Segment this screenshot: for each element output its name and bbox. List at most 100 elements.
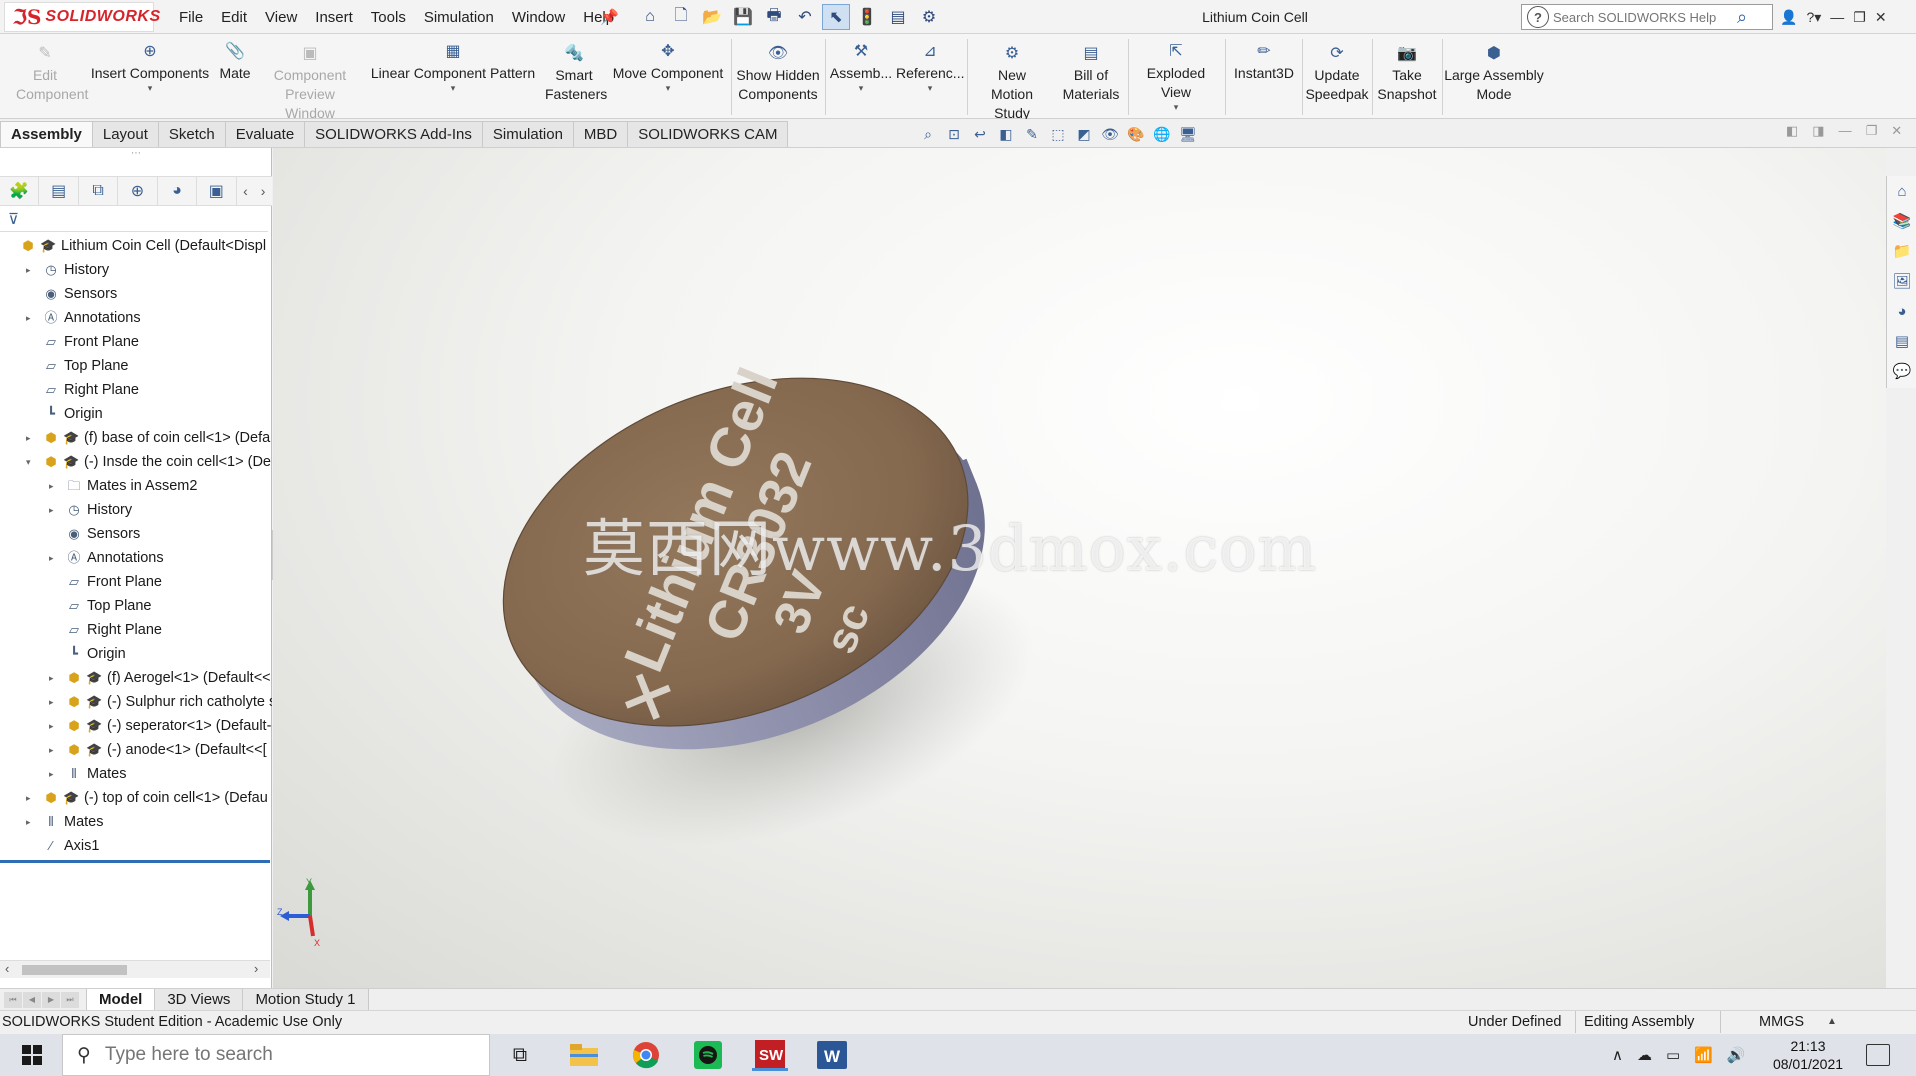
propertymanager-tab-icon[interactable]: ▤ bbox=[39, 177, 79, 205]
zoom-to-fit-icon[interactable]: ⌕ bbox=[918, 124, 938, 144]
large-assembly-mode-button[interactable]: ⬢ Large Assembly Mode bbox=[1444, 44, 1544, 104]
display-style-icon[interactable]: ◩ bbox=[1074, 124, 1094, 144]
reference-dropdown-icon[interactable]: ▾ bbox=[896, 83, 964, 93]
chrome-app-icon[interactable] bbox=[628, 1039, 664, 1071]
expand-arrow-icon[interactable]: ▸ bbox=[49, 498, 59, 522]
tree-node[interactable]: ⁄ Axis1 bbox=[0, 834, 272, 858]
tree-node[interactable]: ◉ Sensors bbox=[0, 282, 272, 306]
menu-view[interactable]: View bbox=[256, 9, 306, 26]
menu-simulation[interactable]: Simulation bbox=[415, 9, 503, 26]
show-hidden-components-button[interactable]: 👁 Show Hidden Components bbox=[734, 44, 822, 104]
tab-solidworks-add-ins[interactable]: SOLIDWORKS Add-Ins bbox=[304, 121, 483, 147]
tree-node[interactable]: ▸ ⬢ 🎓 (-) top of coin cell<1> (Defau bbox=[0, 786, 272, 810]
open-icon[interactable]: 📂 bbox=[698, 4, 726, 30]
previous-view-icon[interactable]: ↩ bbox=[970, 124, 990, 144]
forum-icon[interactable]: 💬 bbox=[1887, 356, 1916, 386]
menu-file[interactable]: File bbox=[170, 9, 212, 26]
help-search-input[interactable] bbox=[1553, 9, 1733, 25]
minimize-icon[interactable]: — bbox=[1830, 9, 1844, 25]
close-icon[interactable]: ✕ bbox=[1875, 9, 1887, 26]
cam-tab-icon[interactable]: ▣ bbox=[197, 177, 237, 205]
select-icon[interactable]: ⬉ bbox=[822, 4, 850, 30]
help-search-box[interactable]: ? ⌕ bbox=[1521, 4, 1773, 30]
doc-restore-icon[interactable]: ❐ bbox=[1866, 123, 1878, 139]
insert-components-button[interactable]: ⊕ Insert Components ▾ bbox=[88, 43, 212, 93]
configurationmanager-tab-icon[interactable]: ⧉ bbox=[79, 177, 119, 205]
view-settings-icon[interactable]: 🖥 bbox=[1178, 124, 1198, 144]
zoom-to-area-icon[interactable]: ⊡ bbox=[944, 124, 964, 144]
exploded-view-button[interactable]: ⇱ Exploded View ▾ bbox=[1130, 43, 1222, 112]
move-component-button[interactable]: ✥ Move Component ▾ bbox=[608, 43, 728, 93]
expand-arrow-icon[interactable]: ▸ bbox=[26, 306, 36, 330]
move-component-dropdown-icon[interactable]: ▾ bbox=[608, 83, 728, 93]
solidworks-logo[interactable]: ℑS SOLIDWORKS bbox=[4, 2, 160, 32]
tab-sketch[interactable]: Sketch bbox=[157, 121, 226, 147]
hide-show-items-icon[interactable]: 👁 bbox=[1100, 124, 1120, 144]
panel-collapse-handle[interactable]: ⋯ bbox=[0, 148, 272, 164]
tree-node[interactable]: ▸ ⫴ Mates bbox=[0, 810, 272, 834]
expand-arrow-icon[interactable]: ▸ bbox=[26, 258, 36, 282]
tree-node[interactable]: ┗ Origin bbox=[0, 402, 272, 426]
linear-pattern-dropdown-icon[interactable]: ▾ bbox=[366, 83, 540, 93]
featuremanager-tree-tab-icon[interactable]: 🧩 bbox=[0, 177, 40, 205]
task-view-icon[interactable]: ⧉ bbox=[502, 1039, 538, 1071]
onedrive-icon[interactable]: ☁ bbox=[1637, 1046, 1652, 1064]
tree-node[interactable]: ▱ Top Plane bbox=[0, 594, 272, 618]
expand-arrow-icon[interactable]: ▸ bbox=[49, 762, 59, 786]
tab-assembly[interactable]: Assembly bbox=[0, 121, 93, 147]
expand-arrow-icon[interactable]: ▸ bbox=[49, 714, 59, 738]
print-icon[interactable]: 🖶 bbox=[760, 4, 788, 30]
component-preview-button[interactable]: ▣ Component Preview Window bbox=[260, 44, 360, 123]
menu-window[interactable]: Window bbox=[503, 9, 574, 26]
restore-icon[interactable]: ❐ bbox=[1853, 9, 1866, 26]
view-orientation-icon[interactable]: ⬚ bbox=[1048, 124, 1068, 144]
taskbar-search-box[interactable]: ⚲ bbox=[62, 1034, 490, 1076]
tree-node[interactable]: ▸ ⬢ 🎓 (-) anode<1> (Default<<[ bbox=[0, 738, 272, 762]
rollback-bar[interactable] bbox=[0, 860, 270, 863]
dimxpert-tab-icon[interactable]: ⊕ bbox=[118, 177, 158, 205]
tree-horizontal-scrollbar[interactable]: ‹ › bbox=[0, 960, 270, 978]
tree-node[interactable]: ▱ Top Plane bbox=[0, 354, 272, 378]
section-view-icon[interactable]: ◧ bbox=[996, 124, 1016, 144]
tree-node[interactable]: ▸ ⬢ 🎓 (f) Aerogel<1> (Default<< bbox=[0, 666, 272, 690]
notifications-icon[interactable] bbox=[1866, 1044, 1890, 1066]
help-menu-icon[interactable]: ?▾ bbox=[1806, 9, 1821, 26]
expand-arrow-icon[interactable]: ▸ bbox=[49, 666, 59, 690]
edit-appearance-icon[interactable]: 🎨 bbox=[1126, 124, 1146, 144]
bottom-tab-3d-views[interactable]: 3D Views bbox=[154, 989, 244, 1011]
pin-menu-icon[interactable]: 📌 bbox=[600, 8, 619, 26]
collapse-arrow-icon[interactable]: ▾ bbox=[26, 450, 36, 474]
doc-close-icon[interactable]: ✕ bbox=[1891, 123, 1902, 139]
file-explorer-app-icon[interactable] bbox=[566, 1039, 602, 1071]
tree-node[interactable]: ▸ ⬢ 🎓 (-) Sulphur rich catholyte s bbox=[0, 690, 272, 714]
new-motion-study-button[interactable]: ⚙ New Motion Study bbox=[970, 44, 1054, 123]
tree-node[interactable]: ▱ Right Plane bbox=[0, 378, 272, 402]
displaymanager-tab-icon[interactable]: ◕ bbox=[158, 177, 198, 205]
unit-system-arrow-icon[interactable]: ▲ bbox=[1827, 1011, 1837, 1033]
battery-icon[interactable]: ▭ bbox=[1666, 1046, 1680, 1064]
bottom-tab-model[interactable]: Model bbox=[86, 989, 156, 1011]
scroll-left-icon[interactable]: ‹ bbox=[5, 961, 9, 976]
tabs-scroll-left-icon[interactable]: ‹ bbox=[237, 177, 255, 205]
assembly-features-dropdown-icon[interactable]: ▾ bbox=[828, 83, 894, 93]
user-account-icon[interactable]: 👤 bbox=[1780, 9, 1797, 26]
prev-tab-icon[interactable]: ◀ bbox=[23, 992, 41, 1008]
tree-node[interactable]: ▸ ⬢ 🎓 (f) base of coin cell<1> (Defa bbox=[0, 426, 272, 450]
spotify-app-icon[interactable] bbox=[690, 1039, 726, 1071]
expand-arrow-icon[interactable]: ▸ bbox=[49, 546, 59, 570]
doc-minimize-icon[interactable]: — bbox=[1839, 123, 1852, 139]
solidworks-resources-icon[interactable]: ⌂ bbox=[1887, 176, 1916, 206]
take-snapshot-button[interactable]: 📷 Take Snapshot bbox=[1374, 44, 1440, 104]
tree-node[interactable]: ⬢ 🎓 Lithium Coin Cell (Default<Displ bbox=[0, 234, 272, 258]
word-app-icon[interactable]: W bbox=[814, 1039, 850, 1071]
bill-of-materials-button[interactable]: ▤ Bill of Materials bbox=[1056, 44, 1126, 104]
tree-node[interactable]: ▱ Right Plane bbox=[0, 618, 272, 642]
dynamic-annotation-icon[interactable]: ✎ bbox=[1022, 124, 1042, 144]
scroll-right-icon[interactable]: › bbox=[254, 961, 258, 976]
linear-component-pattern-button[interactable]: ▦ Linear Component Pattern ▾ bbox=[366, 43, 540, 93]
tree-node[interactable]: ▸ ◷ History bbox=[0, 498, 272, 522]
exploded-view-dropdown-icon[interactable]: ▾ bbox=[1130, 102, 1222, 112]
first-tab-icon[interactable]: ⏮ bbox=[4, 992, 22, 1008]
search-icon[interactable]: ⌕ bbox=[1737, 7, 1747, 28]
expand-arrow-icon[interactable]: ▸ bbox=[49, 690, 59, 714]
